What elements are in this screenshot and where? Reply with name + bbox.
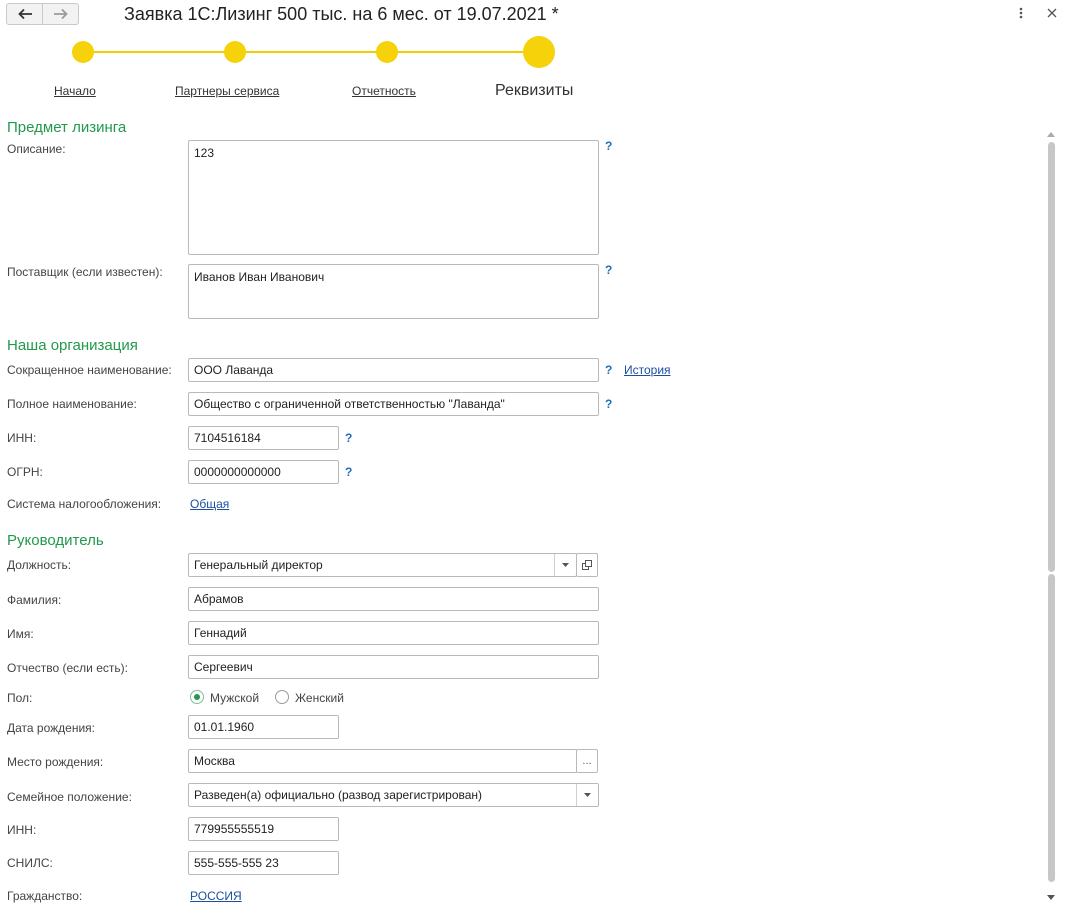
scroll-up-button[interactable] (1047, 126, 1055, 140)
window-title: Заявка 1С:Лизинг 500 тыс. на 6 мес. от 1… (124, 4, 559, 24)
open-window-icon (582, 560, 592, 570)
position-label: Должность: (7, 558, 72, 572)
supplier-help[interactable]: ? (605, 263, 612, 277)
supplier-label: Поставщик (если известен): (7, 265, 163, 279)
org-inn-field[interactable]: 7104516184 (188, 426, 339, 450)
section-our-organization: Наша организация (7, 337, 138, 354)
close-button[interactable] (1043, 4, 1061, 22)
person-inn-label: ИНН: (7, 823, 37, 837)
full-name-field[interactable]: Общество с ограниченной ответственностью… (188, 392, 599, 416)
citizenship-label: Гражданство: (7, 889, 83, 903)
position-open-button[interactable] (576, 553, 598, 577)
supplier-field[interactable]: Иванов Иван Иванович (188, 264, 599, 319)
middlename-label: Отчество (если есть): (7, 661, 128, 675)
tax-system-link[interactable]: Общая (190, 497, 229, 511)
step-dot-start[interactable] (72, 41, 94, 63)
section-head: Руководитель (7, 532, 104, 549)
ogrn-field[interactable]: 0000000000000 (188, 460, 339, 484)
gender-label: Пол: (7, 691, 33, 705)
step-start[interactable]: Начало (54, 84, 96, 98)
triangle-up-icon (1047, 132, 1055, 137)
citizenship-link[interactable]: РОССИЯ (190, 889, 242, 903)
org-inn-label: ИНН: (7, 431, 37, 445)
firstname-label: Имя: (7, 627, 34, 641)
position-dropdown-button[interactable] (554, 554, 576, 576)
section-leasing-subject: Предмет лизинга (7, 119, 127, 136)
gender-male-radio[interactable] (190, 690, 204, 704)
triangle-down-icon (1047, 895, 1055, 900)
short-name-label: Сокращенное наименование: (7, 363, 172, 377)
position-select[interactable]: Генеральный директор (188, 553, 577, 577)
scrollbar-thumb[interactable] (1048, 142, 1055, 572)
org-inn-help[interactable]: ? (345, 431, 352, 445)
history-link[interactable]: История (624, 363, 671, 377)
scroll-down-button[interactable] (1047, 889, 1055, 903)
snils-field[interactable]: 555-555-555 23 (188, 851, 339, 875)
description-field[interactable]: 123 (188, 140, 599, 255)
ogrn-label: ОГРН: (7, 465, 43, 479)
scrollbar-track[interactable] (1048, 574, 1055, 882)
marital-select[interactable]: Разведен(а) официально (развод зарегистр… (188, 783, 599, 807)
marital-value: Разведен(а) официально (развод зарегистр… (194, 788, 483, 802)
short-name-help[interactable]: ? (605, 363, 612, 377)
more-vertical-icon (1019, 7, 1023, 19)
full-name-label: Полное наименование: (7, 397, 137, 411)
short-name-field[interactable]: ООО Лаванда (188, 358, 599, 382)
marital-label: Семейное положение: (7, 790, 132, 804)
position-value: Генеральный директор (194, 558, 323, 572)
step-dot-reports[interactable] (376, 41, 398, 63)
step-requisites: Реквизиты (495, 82, 574, 99)
more-button[interactable] (1012, 4, 1030, 22)
birthdate-field[interactable]: 01.01.1960 (188, 715, 339, 739)
birthplace-select-button[interactable]: ... (576, 749, 598, 773)
description-label: Описание: (7, 142, 66, 156)
middlename-field[interactable]: Сергеевич (188, 655, 599, 679)
gender-female-radio[interactable] (275, 690, 289, 704)
navigation-buttons (6, 3, 79, 25)
arrow-right-icon (53, 8, 68, 20)
arrow-left-icon (17, 8, 32, 20)
back-button[interactable] (7, 4, 42, 24)
gender-female-label[interactable]: Женский (295, 691, 344, 705)
birthplace-field[interactable]: Москва (188, 749, 577, 773)
person-inn-field[interactable]: 779955555519 (188, 817, 339, 841)
gender-male-label[interactable]: Мужской (210, 691, 259, 705)
firstname-field[interactable]: Геннадий (188, 621, 599, 645)
snils-label: СНИЛС: (7, 856, 53, 870)
full-name-help[interactable]: ? (605, 397, 612, 411)
forward-button[interactable] (42, 4, 78, 24)
lastname-label: Фамилия: (7, 593, 62, 607)
description-help[interactable]: ? (605, 139, 612, 153)
ogrn-help[interactable]: ? (345, 465, 352, 479)
close-icon (1047, 8, 1057, 18)
step-dot-requisites (523, 36, 555, 68)
step-partners[interactable]: Партнеры сервиса (175, 84, 279, 98)
birthplace-label: Место рождения: (7, 755, 104, 769)
stepper-line (83, 51, 539, 53)
chevron-down-icon (584, 793, 591, 797)
tax-system-label: Система налогообложения: (7, 497, 162, 511)
step-dot-partners[interactable] (224, 41, 246, 63)
birthdate-label: Дата рождения: (7, 721, 95, 735)
step-reports[interactable]: Отчетность (352, 84, 416, 98)
lastname-field[interactable]: Абрамов (188, 587, 599, 611)
chevron-down-icon (562, 563, 569, 567)
marital-dropdown-button[interactable] (576, 784, 598, 806)
